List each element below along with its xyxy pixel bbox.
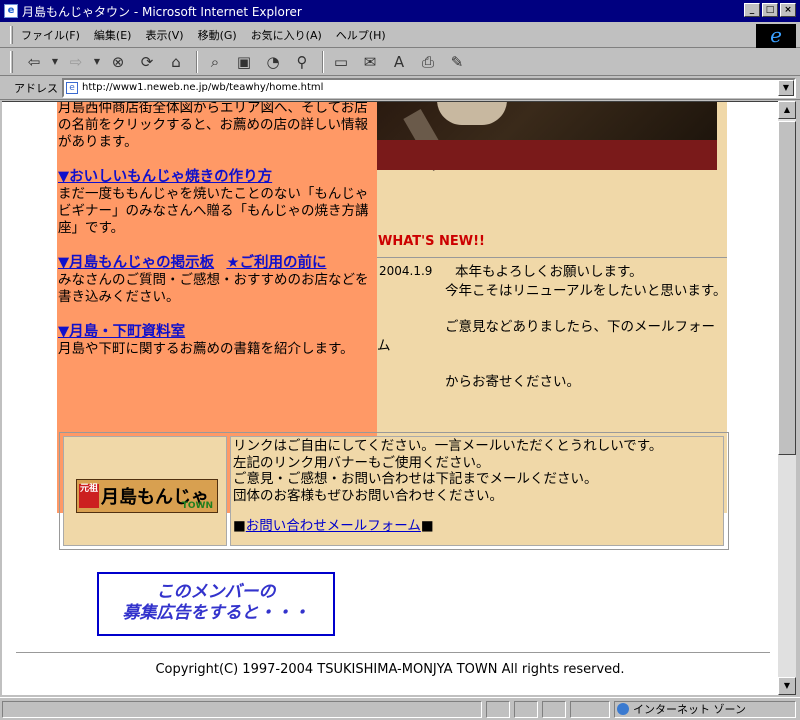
bbs-link[interactable]: ▼月島もんじゃの掲示板	[58, 255, 214, 271]
page-icon: e	[66, 81, 78, 94]
window-controls: _ □ ×	[744, 3, 796, 17]
toolbar-separator	[322, 50, 324, 73]
mail-prefix: ■	[233, 518, 246, 534]
monjya-plate	[437, 102, 507, 125]
mail-suffix: ■	[420, 518, 434, 534]
security-zone-panel: インターネット ゾーン	[614, 701, 796, 718]
page-viewport: 月島西仲商店街全体図からエリア図へ、そしてお店の名前をクリックすると、お薦めの店…	[2, 101, 778, 695]
search-icon[interactable]: ⌕	[202, 51, 228, 73]
stop-icon[interactable]: ⊗	[105, 51, 131, 73]
scroll-down-icon[interactable]: ▼	[778, 677, 796, 695]
favorites-icon[interactable]: ▣	[231, 51, 257, 73]
link-line-1: リンクはご自由にしてください。一言メールいただくとうれしいです。	[233, 438, 663, 454]
address-dropdown-icon[interactable]: ▼	[778, 79, 794, 96]
copyright-text: Copyright(C) 1997-2004 TSUKISHIMA-MONJYA…	[155, 662, 625, 677]
member-ad-banner[interactable]: このメンバーの 募集広告をすると・・・	[97, 572, 335, 636]
library-link[interactable]: ▼月島・下町資料室	[58, 324, 185, 340]
banner-cell: 元祖 月島もんじゃ TOWN	[63, 436, 227, 546]
back-dropdown-icon[interactable]: ▼	[50, 51, 60, 73]
menu-view[interactable]: 表示(V)	[145, 27, 183, 43]
address-bar: アドレス e http://www1.neweb.ne.jp/wb/teawhy…	[0, 76, 800, 100]
link-info-table: 元祖 月島もんじゃ TOWN リンクはご自由にしてください。一言メールいただくと…	[59, 432, 729, 550]
address-label: アドレス	[14, 81, 58, 95]
library-text: 月島や下町に関するお薦めの書籍を紹介します。	[58, 341, 354, 357]
scroll-thumb[interactable]	[778, 121, 796, 455]
edit-icon[interactable]: ✎	[444, 51, 470, 73]
scroll-up-icon[interactable]: ▲	[778, 101, 796, 119]
refresh-icon[interactable]: ⟳	[134, 51, 160, 73]
minimize-button[interactable]: _	[744, 3, 760, 17]
maximize-button[interactable]: □	[762, 3, 778, 17]
status-bar: インターネット ゾーン	[0, 697, 800, 720]
standard-toolbar: ⇦ ▼ ⇨ ▼ ⊗ ⟳ ⌂ ⌕ ▣ ◔ ⚲ ▭ ✉ A ⎙ ✎	[0, 48, 800, 76]
whats-new-heading: WHAT'S NEW!!	[378, 234, 485, 249]
status-message-panel	[2, 701, 482, 718]
mail-icon[interactable]: ✉	[357, 51, 383, 73]
close-button[interactable]: ×	[780, 3, 796, 17]
address-url[interactable]: http://www1.neweb.ne.jp/wb/teawhy/home.h…	[82, 82, 323, 93]
menu-bar: ファイル(F) 編集(E) 表示(V) 移動(G) お気に入り(A) ヘルプ(H…	[0, 22, 800, 48]
mail-form-link[interactable]: お問い合わせメールフォーム	[246, 518, 421, 534]
news-line-2: 今年こそはリニューアルをしたいと思います。	[445, 282, 727, 299]
forward-dropdown-icon[interactable]: ▼	[92, 51, 102, 73]
channels-icon[interactable]: ⚲	[289, 51, 315, 73]
status-panel	[542, 701, 566, 718]
title-bar: e 月島もんじゃタウン - Microsoft Internet Explore…	[0, 0, 800, 22]
banner-sub: TOWN	[181, 501, 213, 511]
news-line-3: ご意見などありましたら、下のメールフォーム	[377, 319, 715, 354]
status-panel	[570, 701, 610, 718]
howto-section: ▼おいしいもんじゃ焼きの作り方 まだ一度ももんじゃを焼いたことのない「もんじゃビ…	[58, 169, 377, 237]
news-line-1: 本年もよろしくお願いします。	[455, 264, 643, 280]
link-line-4: 団体のお客様もぜひお問い合わせください。	[233, 487, 503, 504]
back-icon[interactable]: ⇦	[21, 51, 47, 73]
menubar-grip[interactable]	[10, 25, 13, 44]
menu-go[interactable]: 移動(G)	[198, 27, 237, 43]
grill-board	[377, 140, 717, 170]
vertical-scrollbar[interactable]: ▲ ▼	[778, 101, 796, 695]
fullscreen-icon[interactable]: ▭	[328, 51, 354, 73]
menu-help[interactable]: ヘルプ(H)	[336, 27, 386, 43]
ad-line-2: 募集広告をすると・・・	[122, 603, 310, 623]
news-body: 本年もよろしくお願いします。 今年こそはリニューアルをしたいと思います。 ご意見…	[377, 263, 727, 392]
bbs-notice-link[interactable]: ★ご利用の前に	[226, 255, 326, 271]
status-panel	[486, 701, 510, 718]
link-line-3: ご意見・ご感想・お問い合わせは下記までメールください。	[233, 471, 598, 487]
status-panel	[514, 701, 538, 718]
history-icon[interactable]: ◔	[260, 51, 286, 73]
bbs-section: ▼月島もんじゃの掲示板 ★ご利用の前に みなさんのご質問・ご感想・おすすめのお店…	[58, 255, 377, 306]
internet-zone-icon	[617, 703, 629, 715]
menu-favorites[interactable]: お気に入り(A)	[251, 27, 322, 43]
print-icon[interactable]: ⎙	[415, 51, 441, 73]
forward-icon[interactable]: ⇨	[63, 51, 89, 73]
footer-divider	[16, 652, 770, 653]
toolbar-grip[interactable]	[10, 50, 13, 73]
link-banner-image[interactable]: 元祖 月島もんじゃ TOWN	[76, 479, 218, 513]
library-section: ▼月島・下町資料室 月島や下町に関するお薦めの書籍を紹介します。	[58, 324, 377, 358]
font-size-icon[interactable]: A	[386, 51, 412, 73]
mail-form-row: ■お問い合わせメールフォーム■	[233, 518, 721, 535]
link-text-cell: リンクはご自由にしてください。一言メールいただくとうれしいです。 左記のリンク用…	[230, 436, 724, 546]
news-divider	[377, 257, 727, 258]
monjya-photo	[377, 102, 717, 171]
bbs-text: みなさんのご質問・ご感想・おすすめのお店などを書き込みください。	[58, 272, 369, 305]
news-line-4: からお寄せください。	[445, 374, 580, 390]
ie-window-icon[interactable]: e	[4, 4, 18, 18]
howto-text: まだ一度ももんじゃを焼いたことのない「もんじゃビギナー」のみなさんへ贈る「もんじ…	[58, 186, 369, 236]
home-icon[interactable]: ⌂	[163, 51, 189, 73]
menu-edit[interactable]: 編集(E)	[94, 27, 132, 43]
zone-label: インターネット ゾーン	[633, 703, 746, 716]
howto-link[interactable]: ▼おいしいもんじゃ焼きの作り方	[58, 169, 272, 185]
link-line-2: 左記のリンク用バナーもご使用ください。	[233, 454, 490, 471]
menu-file[interactable]: ファイル(F)	[21, 27, 80, 43]
intro-text: 月島西仲商店街全体図からエリア図へ、そしてお店の名前をクリックすると、お薦めの店…	[58, 101, 368, 150]
address-input[interactable]: e http://www1.neweb.ne.jp/wb/teawhy/home…	[62, 77, 796, 98]
toolbar-separator	[196, 50, 198, 73]
banner-mark: 元祖	[79, 484, 99, 508]
window-title: 月島もんじゃタウン - Microsoft Internet Explorer	[22, 4, 302, 19]
ad-line-1: このメンバーの	[156, 582, 276, 602]
ie-logo-icon: e	[756, 24, 796, 48]
